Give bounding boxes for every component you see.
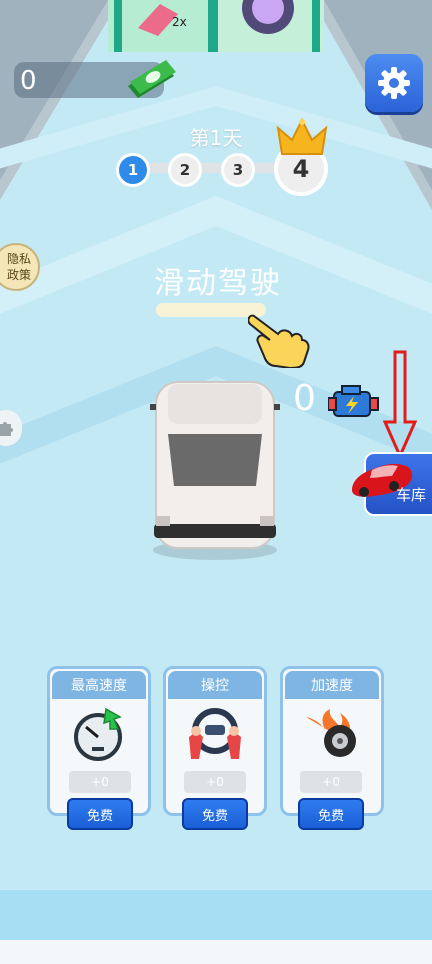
crown-icon: [276, 118, 328, 155]
speedometer-icon: [74, 707, 122, 761]
settings-button[interactable]: [365, 54, 423, 112]
free-upgrade-button-acceleration[interactable]: 免费: [298, 798, 364, 830]
gear-icon: [378, 67, 410, 99]
day-step-2: 2: [168, 153, 202, 187]
upgrade-level-top-speed: +0: [69, 771, 131, 793]
day-step-1: 1: [116, 153, 150, 187]
engine-icon: [328, 385, 379, 417]
free-upgrade-button-top-speed[interactable]: 免费: [67, 798, 133, 830]
bottom-bar: [0, 940, 432, 964]
game-scene[interactable]: 2x 0 第1天 1 2 3 4 隐私 政策 滑动驾驶 0 车库 最高速度 +0…: [0, 0, 432, 964]
red-down-arrow-icon: [383, 350, 417, 460]
flaming-tire-icon: [306, 709, 356, 757]
upgrade-level-handling: +0: [184, 771, 246, 793]
money-value: 0: [20, 66, 37, 96]
upgrade-level-acceleration: +0: [300, 771, 362, 793]
garage-label: 车库: [396, 486, 427, 504]
steering-wheel-icon: [189, 708, 241, 759]
free-upgrade-button-handling[interactable]: 免费: [182, 798, 248, 830]
upgrade-title-handling: 操控: [168, 671, 262, 699]
bottom-band: [0, 890, 432, 940]
svg-text:2x: 2x: [172, 15, 187, 29]
upgrade-title-top-speed: 最高速度: [52, 671, 146, 699]
upgrade-title-acceleration: 加速度: [285, 671, 379, 699]
engine-count: 0: [293, 378, 316, 419]
day-label: 第1天: [189, 126, 243, 150]
gate-panels: 2x: [108, 0, 324, 52]
privacy-policy-label: 隐私 政策: [6, 252, 31, 282]
hand-pointer-icon: [248, 314, 310, 368]
swipe-to-drive-text: 滑动驾驶: [154, 266, 282, 301]
day-step-3: 3: [221, 153, 255, 187]
player-car: [150, 381, 280, 560]
cash-icon: [128, 60, 176, 98]
puzzle-icon: [0, 422, 13, 436]
